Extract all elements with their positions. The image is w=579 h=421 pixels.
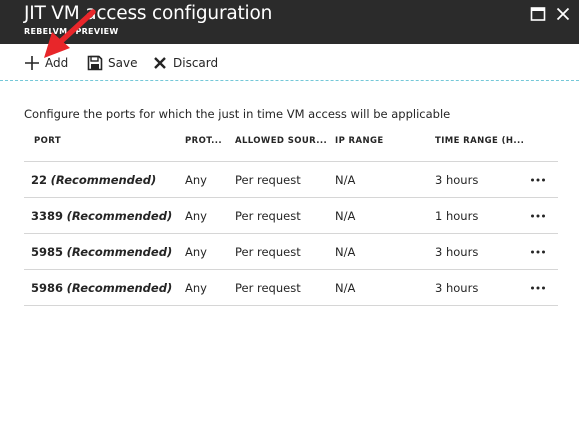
plus-icon [24, 55, 40, 71]
port-cell: 3389 (Recommended) [31, 209, 172, 223]
time-range-cell: 3 hours [435, 173, 479, 187]
port-number: 3389 [31, 209, 64, 223]
time-range-cell: 3 hours [435, 245, 479, 259]
allowed-source-cell: Per request [235, 245, 301, 259]
ip-range-cell: N/A [335, 281, 356, 295]
recommended-tag: (Recommended) [66, 245, 173, 259]
blade-title: JIT VM access configuration [24, 3, 273, 24]
ports-table: 22 (Recommended) Any Per request N/A 3 h… [24, 161, 558, 306]
blade-header: JIT VM access configuration REBELVM PREVI… [0, 0, 579, 44]
recommended-tag: (Recommended) [66, 281, 173, 295]
table-row[interactable]: 5985 (Recommended) Any Per request N/A 3… [24, 233, 558, 269]
maximize-icon[interactable] [530, 6, 546, 22]
column-header-allowed-source[interactable]: ALLOWED SOUR... [235, 136, 327, 146]
preview-label: PREVIEW [75, 27, 119, 36]
blade-subtitle: REBELVM PREVIEW [24, 27, 118, 36]
allowed-source-cell: Per request [235, 281, 301, 295]
add-label: Add [45, 56, 69, 70]
table-row[interactable]: 5986 (Recommended) Any Per request N/A 3… [24, 269, 558, 306]
x-icon [152, 55, 168, 71]
protocol-cell: Any [185, 281, 207, 295]
vm-name: REBELVM [24, 27, 68, 36]
protocol-cell: Any [185, 209, 207, 223]
save-label: Save [108, 56, 138, 70]
save-button[interactable]: Save [87, 54, 137, 72]
discard-label: Discard [173, 56, 219, 70]
ip-range-cell: N/A [335, 245, 356, 259]
ip-range-cell: N/A [335, 209, 356, 223]
add-button[interactable]: Add [24, 54, 68, 72]
recommended-tag: (Recommended) [66, 209, 173, 223]
column-header-ip-range[interactable]: IP RANGE [335, 136, 384, 146]
column-header-protocol[interactable]: PROT... [185, 136, 222, 146]
time-range-cell: 1 hours [435, 209, 479, 223]
more-ellipsis-icon[interactable] [530, 246, 546, 256]
column-header-time-range[interactable]: TIME RANGE (H... [435, 136, 524, 146]
command-bar: Add Save Discard [0, 44, 579, 81]
floppy-disk-icon [87, 55, 103, 71]
more-ellipsis-icon[interactable] [530, 282, 546, 292]
description-text: Configure the ports for which the just i… [24, 107, 451, 121]
close-icon[interactable] [555, 6, 571, 22]
allowed-source-cell: Per request [235, 209, 301, 223]
port-cell: 5986 (Recommended) [31, 281, 172, 295]
protocol-cell: Any [185, 173, 207, 187]
protocol-cell: Any [185, 245, 207, 259]
port-number: 5985 [31, 245, 64, 259]
table-row[interactable]: 3389 (Recommended) Any Per request N/A 1… [24, 197, 558, 233]
more-ellipsis-icon[interactable] [530, 210, 546, 220]
recommended-tag: (Recommended) [50, 173, 157, 187]
port-cell: 5985 (Recommended) [31, 245, 172, 259]
discard-button[interactable]: Discard [152, 54, 218, 72]
port-number: 5986 [31, 281, 64, 295]
allowed-source-cell: Per request [235, 173, 301, 187]
port-cell: 22 (Recommended) [31, 173, 156, 187]
column-header-port[interactable]: PORT [34, 136, 61, 146]
table-row[interactable]: 22 (Recommended) Any Per request N/A 3 h… [24, 161, 558, 197]
more-ellipsis-icon[interactable] [530, 174, 546, 184]
time-range-cell: 3 hours [435, 281, 479, 295]
ip-range-cell: N/A [335, 173, 356, 187]
port-number: 22 [31, 173, 48, 187]
